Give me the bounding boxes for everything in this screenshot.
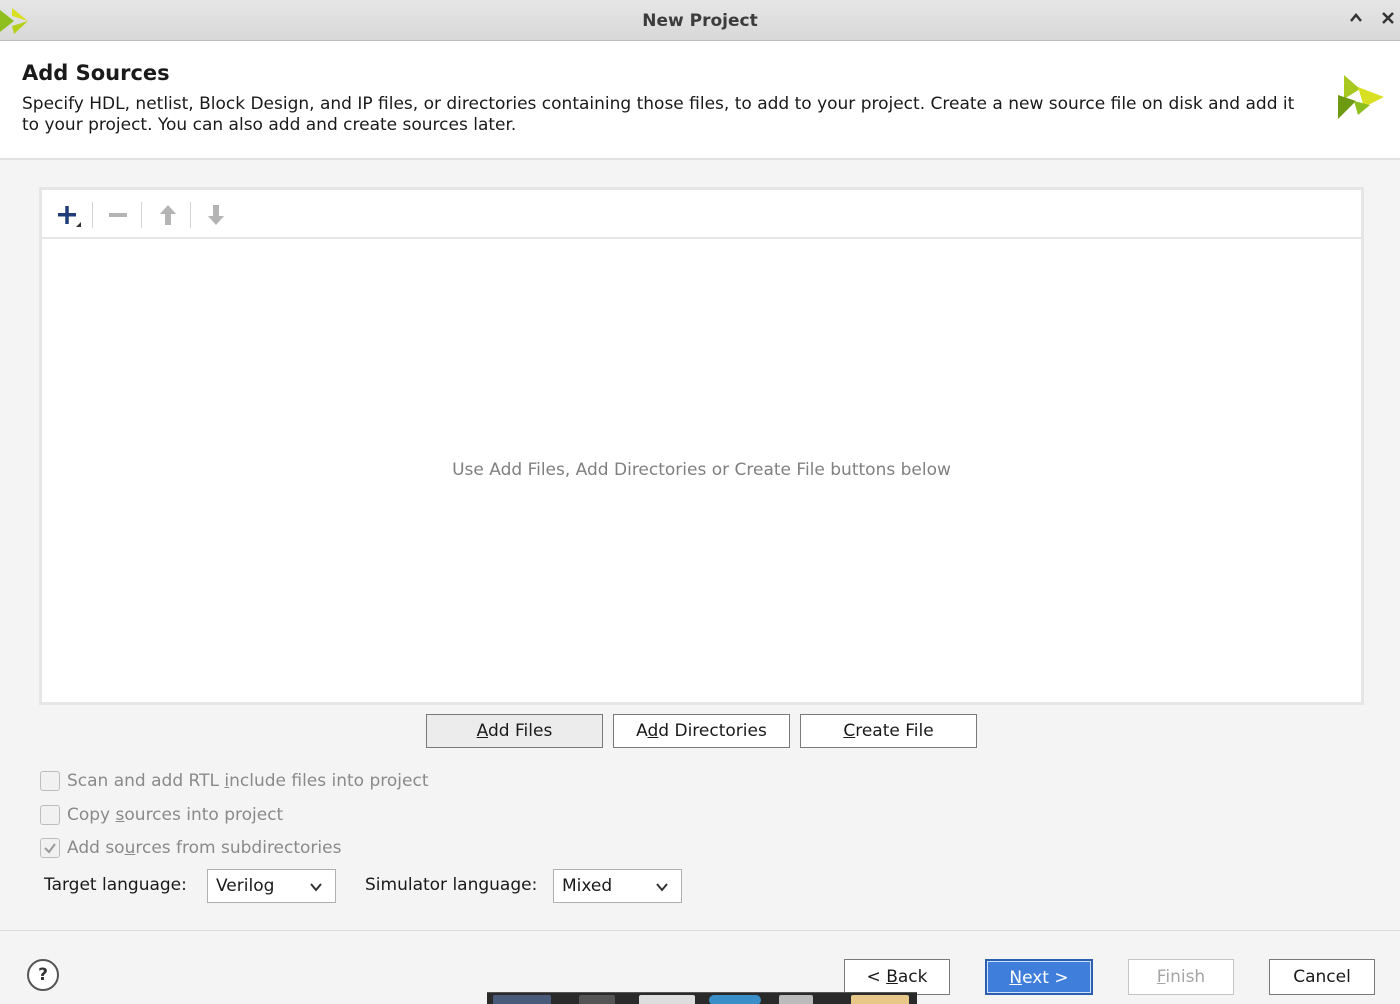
simulator-language-label: Simulator language: [365,875,538,895]
toolbar-separator [190,202,191,228]
remove-source-button[interactable] [102,200,134,230]
empty-list-message: Use Add Files, Add Directories or Create… [452,460,951,480]
create-file-button[interactable]: Create File [800,714,977,748]
simulator-language-value: Mixed [562,876,613,896]
minus-icon [109,213,127,217]
chevron-down-icon [310,883,322,892]
toolbar-separator [92,202,93,228]
copy-sources-label: Copy sources into project [67,805,284,825]
taskbar-item[interactable] [493,995,551,1004]
title-bar: New Project [0,0,1400,41]
target-language-select[interactable]: Verilog [207,869,336,903]
scan-rtl-checkbox[interactable] [40,771,60,791]
window-title: New Project [642,11,758,31]
simulator-language-select[interactable]: Mixed [553,869,682,903]
taskbar-item[interactable] [709,995,761,1004]
taskbar-item[interactable] [639,995,695,1004]
copy-sources-checkbox[interactable] [40,805,60,825]
help-button[interactable]: ? [27,959,59,991]
collapse-icon[interactable] [1346,10,1366,30]
page-title: Add Sources [22,61,170,85]
close-icon[interactable] [1378,10,1398,30]
taskbar-item[interactable] [779,995,813,1004]
scan-rtl-label: Scan and add RTL include files into proj… [67,771,429,791]
copy-sources-checkbox-row[interactable]: Copy sources into project [40,805,283,825]
add-subdirs-checkbox[interactable] [40,838,60,858]
scan-rtl-checkbox-row[interactable]: Scan and add RTL include files into proj… [40,771,429,791]
brand-logo-icon [1338,75,1384,119]
page-header: Add Sources Specify HDL, netlist, Block … [0,41,1400,160]
finish-button: Finish [1128,959,1234,995]
add-source-button[interactable] [52,200,84,230]
target-language-value: Verilog [216,876,275,896]
plus-icon [58,206,81,227]
checkmark-icon [44,843,56,854]
taskbar-item[interactable] [579,995,615,1004]
cancel-button[interactable]: Cancel [1269,959,1375,995]
add-subdirs-label: Add sources from subdirectories [67,838,342,858]
source-files-panel: Use Add Files, Add Directories or Create… [39,187,1364,705]
footer-divider [0,930,1400,931]
add-subdirs-checkbox-row[interactable]: Add sources from subdirectories [40,838,341,858]
add-files-button[interactable]: Add Files [426,714,603,748]
add-directories-button[interactable]: Add Directories [613,714,790,748]
arrow-up-icon [160,205,176,225]
taskbar-item[interactable] [851,995,909,1004]
move-up-button[interactable] [152,200,184,230]
target-language-label: Target language: [44,875,187,895]
back-button[interactable]: < Back [844,959,950,995]
arrow-down-icon [208,205,224,225]
next-button[interactable]: Next > [985,959,1093,995]
toolbar-separator [141,202,142,228]
new-project-dialog: New Project Add Sources Specify HDL, net… [0,0,1400,1004]
taskbar-fragment [487,992,917,1004]
chevron-down-icon [656,883,668,892]
page-description: Specify HDL, netlist, Block Design, and … [22,94,1295,135]
source-toolbar [42,190,1361,239]
move-down-button[interactable] [200,200,232,230]
